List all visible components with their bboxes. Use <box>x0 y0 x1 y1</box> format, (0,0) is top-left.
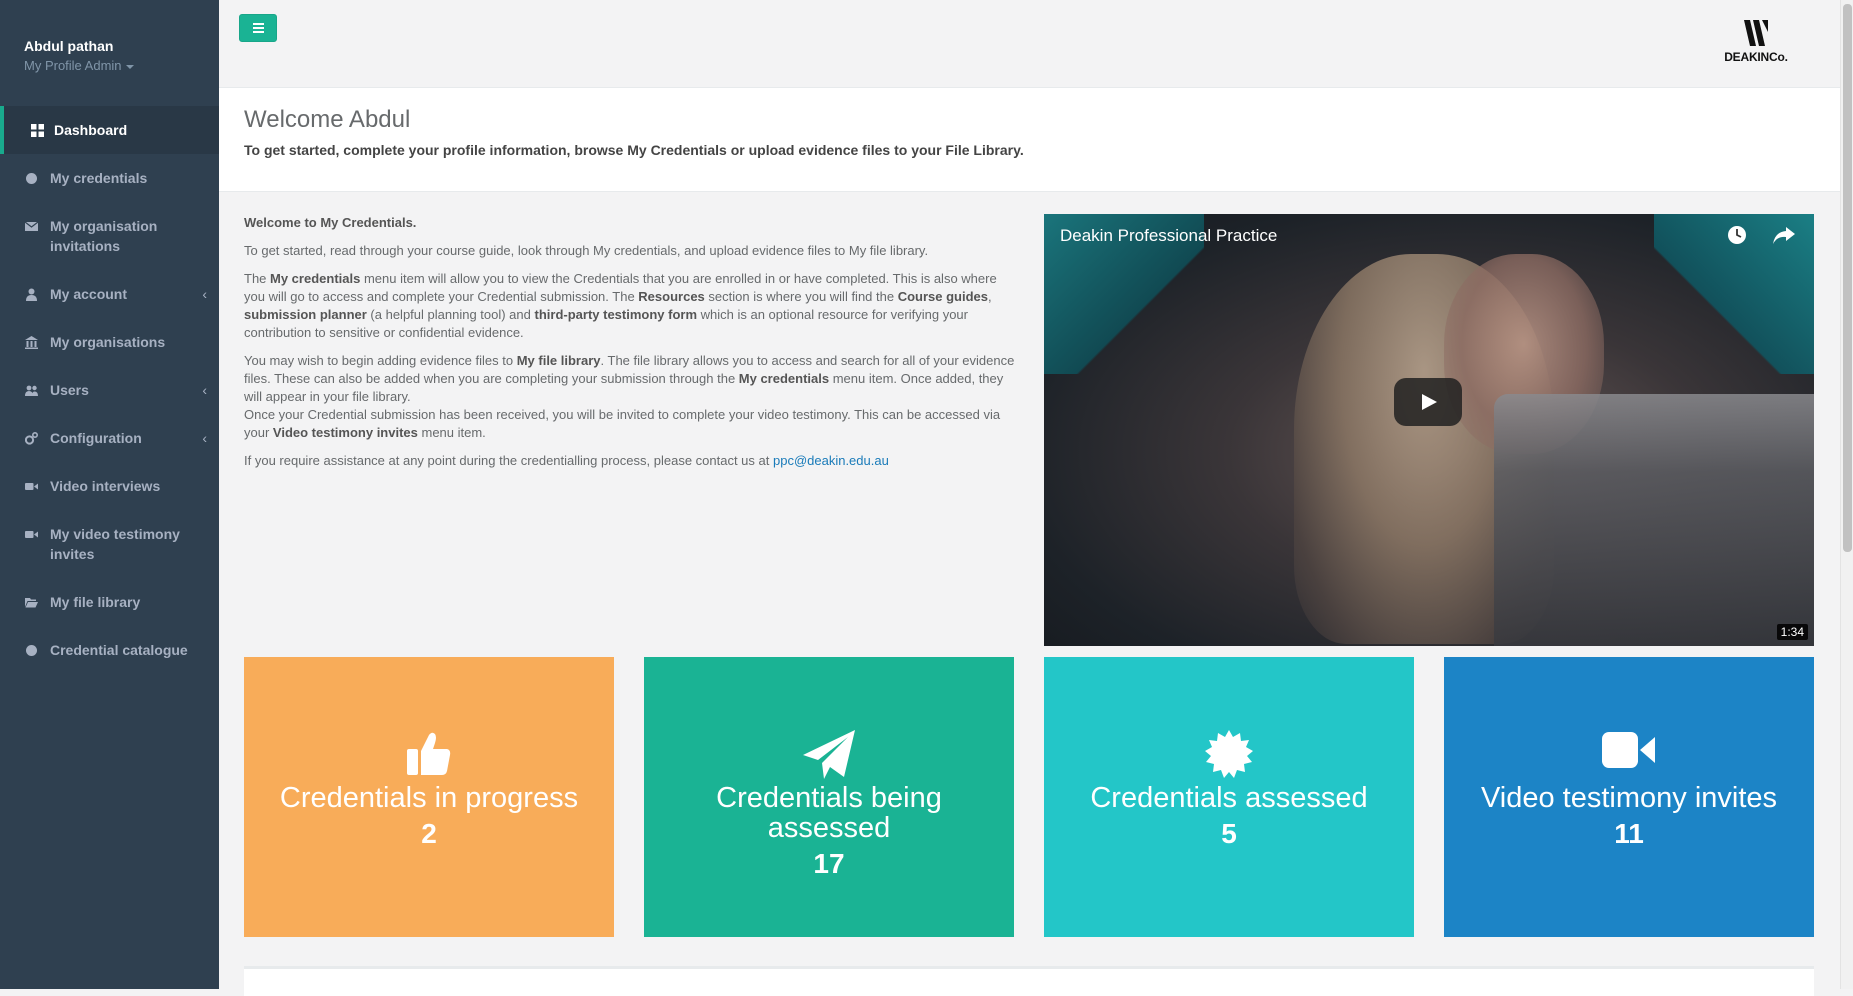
sidebar-item-label: My file library <box>50 594 141 610</box>
intro-paragraph: To get started, read through your course… <box>244 243 929 258</box>
page-heading: Welcome Abdul To get started, complete y… <box>219 88 1840 192</box>
credentials-assessed-tile[interactable]: Credentials assessed 5 <box>1044 657 1414 937</box>
intro-paragraph: You may wish to begin adding evidence fi… <box>244 353 1015 440</box>
video-title[interactable]: Deakin Professional Practice <box>1060 226 1277 246</box>
certificate-icon <box>1205 730 1253 778</box>
caret-down-icon <box>125 64 134 69</box>
chevron-left-icon: ‹ <box>202 286 207 302</box>
share-icon[interactable] <box>1772 224 1796 246</box>
bank-icon <box>25 336 38 349</box>
profile-menu-toggle[interactable]: My Profile Admin <box>24 58 219 73</box>
video-camera-icon <box>25 483 38 490</box>
video-camera-icon <box>1602 732 1655 768</box>
sidebar-item-my-account[interactable]: My account ‹ <box>0 270 219 318</box>
user-icon <box>26 288 37 301</box>
sidebar-item-video-interviews[interactable]: Video interviews <box>0 462 219 510</box>
sidebar-item-label: Users <box>50 382 89 398</box>
intro-heading: Welcome to My Credentials. <box>244 215 417 230</box>
sidebar-nav: Dashboard My credentials My organisation… <box>0 106 219 674</box>
logo-text: DEAKINCo. <box>1724 50 1788 64</box>
scrollbar-thumb[interactable] <box>1843 4 1852 552</box>
contact-email-link[interactable]: ppc@deakin.edu.au <box>773 453 889 468</box>
sidebar-item-organisation-invitations[interactable]: My organisation invitations <box>0 202 219 270</box>
certificate-icon <box>26 173 37 184</box>
sidebar-item-label: Configuration <box>50 430 142 446</box>
play-icon <box>1422 394 1437 410</box>
page-scrollbar[interactable] <box>1840 0 1853 989</box>
tile-value: 11 <box>1614 818 1644 849</box>
video-player[interactable]: Deakin Professional Practice 1:34 <box>1044 214 1814 646</box>
profile-block: Abdul pathan My Profile Admin <box>0 0 219 106</box>
users-icon <box>25 385 38 396</box>
intro-paragraph: If you require assistance at any point d… <box>244 453 889 468</box>
sidebar-item-label: Dashboard <box>54 122 128 138</box>
video-duration: 1:34 <box>1776 624 1808 640</box>
sidebar-item-configuration[interactable]: Configuration ‹ <box>0 414 219 462</box>
credentials-in-progress-tile[interactable]: Credentials in progress 2 <box>244 657 614 937</box>
paper-plane-icon <box>803 730 855 779</box>
tile-value: 2 <box>421 818 437 849</box>
sidebar-item-dashboard[interactable]: Dashboard <box>0 106 219 154</box>
envelope-icon <box>25 221 38 231</box>
sidebar-item-label: My organisation invitations <box>50 218 158 254</box>
page-subtitle: To get started, complete your profile in… <box>244 142 1024 158</box>
chevron-left-icon: ‹ <box>202 430 207 446</box>
sidebar-item-users[interactable]: Users ‹ <box>0 366 219 414</box>
tile-value: 5 <box>1221 818 1237 849</box>
deakinco-logo-mark-icon <box>1744 20 1768 46</box>
credentials-being-assessed-tile[interactable]: Credentials being assessed 17 <box>644 657 1014 937</box>
folder-open-icon <box>25 598 38 608</box>
profile-name: Abdul pathan <box>24 38 114 54</box>
sidebar-item-label: My organisations <box>50 334 166 350</box>
tile-label: Credentials in progress <box>279 782 579 814</box>
page-title: Welcome Abdul <box>244 106 411 133</box>
deakinco-logo: DEAKINCo. <box>1720 18 1792 64</box>
profile-role: My Profile Admin <box>24 58 122 73</box>
sidebar-item-my-credentials[interactable]: My credentials <box>0 154 219 202</box>
sidebar-item-video-testimony-invites[interactable]: My video testimony invites <box>0 510 219 578</box>
sidebar-item-my-organisations[interactable]: My organisations <box>0 318 219 366</box>
watch-later-icon[interactable] <box>1726 224 1748 246</box>
sidebar-item-label: My account <box>50 286 128 302</box>
sidebar-item-file-library[interactable]: My file library <box>0 578 219 626</box>
menu-toggle-button[interactable] <box>239 14 277 42</box>
video-testimony-invites-tile[interactable]: Video testimony invites 11 <box>1444 657 1814 937</box>
tile-value: 17 <box>813 848 845 879</box>
sidebar-item-label: My credentials <box>50 170 148 186</box>
tile-label: Credentials assessed <box>1090 782 1368 814</box>
sidebar: Abdul pathan My Profile Admin Dashboard … <box>0 0 219 989</box>
tile-label: Video testimony invites <box>1480 782 1778 814</box>
sidebar-item-label: Video interviews <box>50 478 161 494</box>
tile-label: Credentials being assessed <box>716 782 942 844</box>
thumbs-up-icon <box>407 732 451 775</box>
video-camera-icon <box>25 531 38 538</box>
content-panel <box>244 966 1814 996</box>
play-button[interactable] <box>1394 378 1462 426</box>
dashboard-icon <box>31 124 44 137</box>
intro-text: Welcome to My Credentials. To get starte… <box>244 214 1016 480</box>
hamburger-icon <box>253 23 264 25</box>
sidebar-item-credential-catalogue[interactable]: Credential catalogue <box>0 626 219 674</box>
sidebar-item-label: Credential catalogue <box>50 642 188 658</box>
sidebar-item-label: My video testimony invites <box>50 526 180 562</box>
cogs-icon <box>25 432 38 445</box>
certificate-icon <box>26 645 37 656</box>
top-navbar: DEAKINCo. <box>219 0 1840 88</box>
intro-paragraph: The My credentials menu item will allow … <box>244 271 997 340</box>
chevron-left-icon: ‹ <box>202 382 207 398</box>
